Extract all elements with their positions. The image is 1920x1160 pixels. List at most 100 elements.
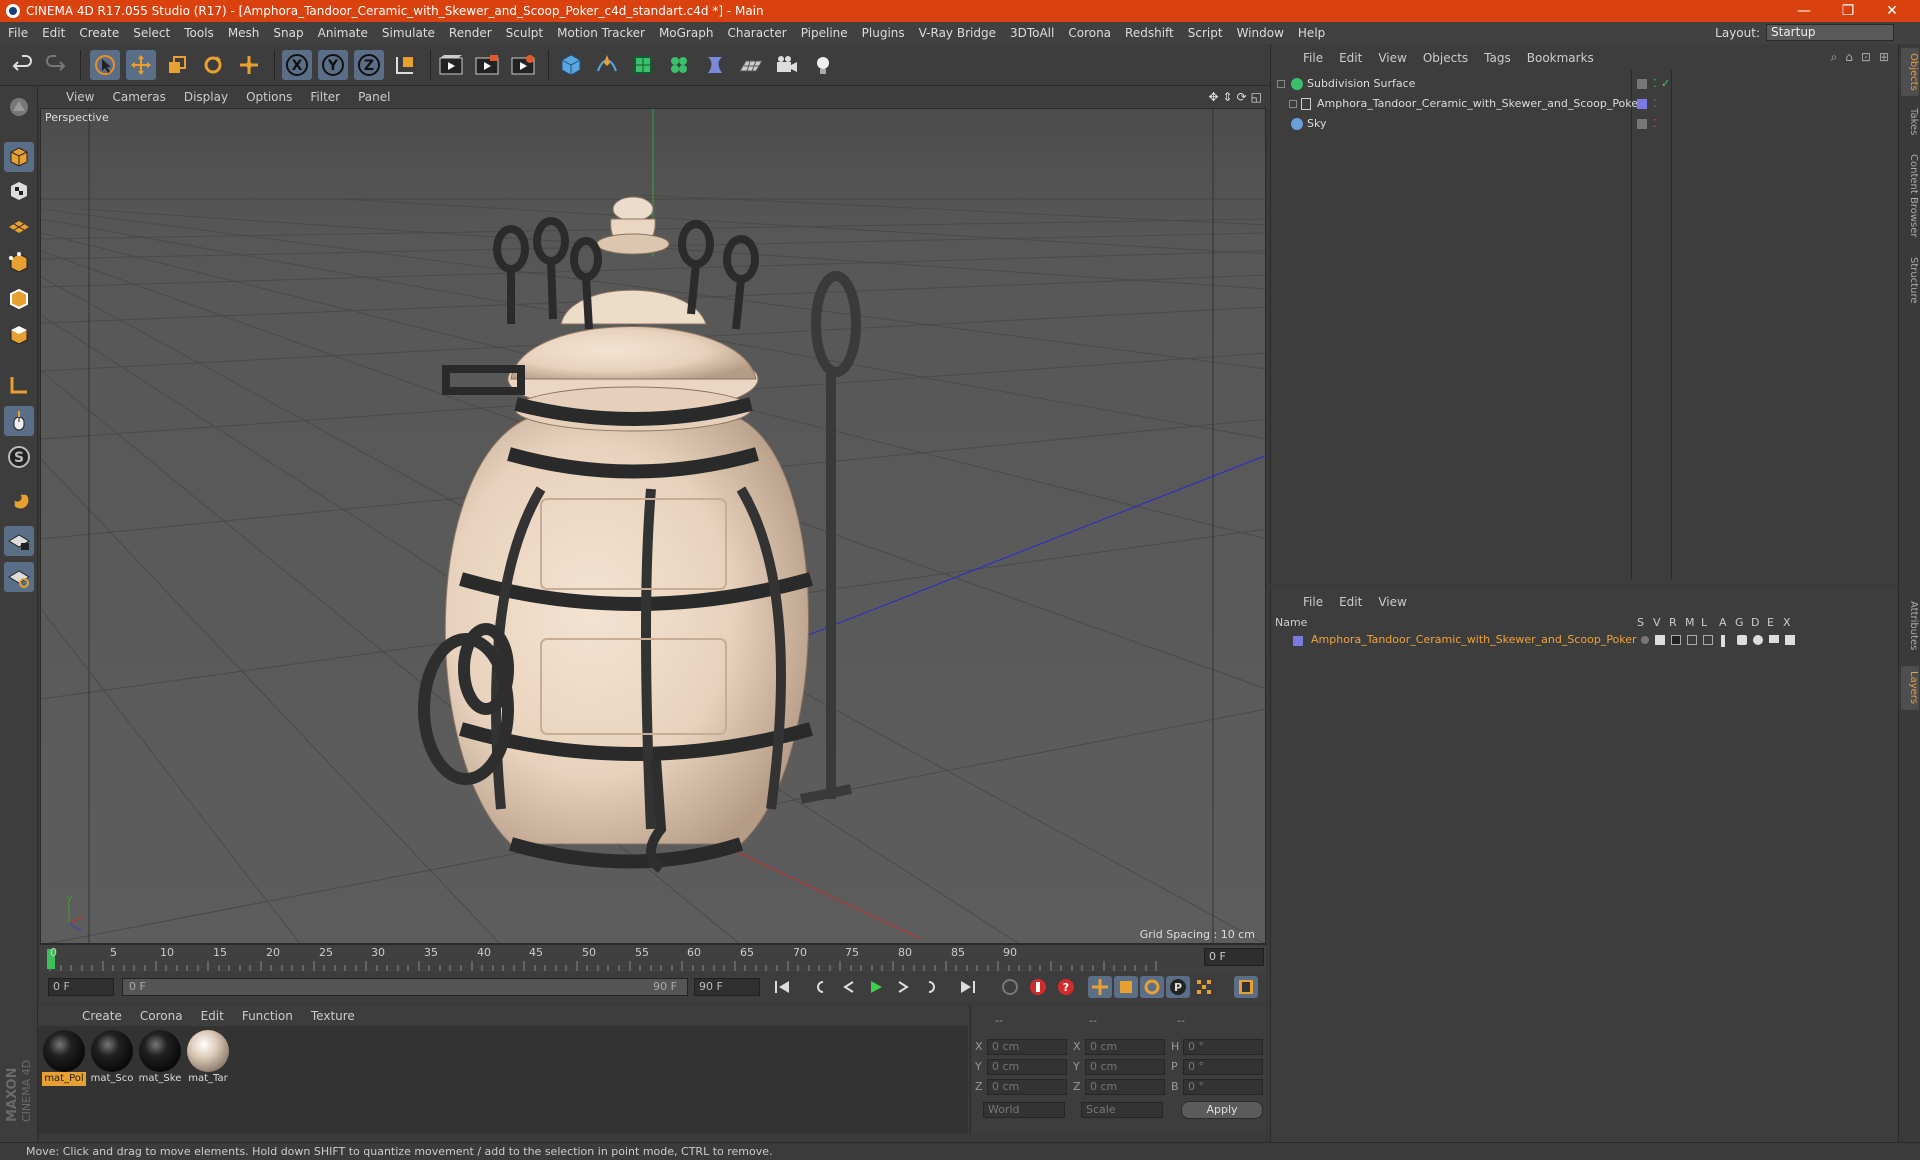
solo-mode-icon[interactable]: S bbox=[4, 442, 34, 472]
deformer-icon[interactable] bbox=[700, 50, 730, 80]
key-position-icon[interactable] bbox=[1088, 976, 1112, 998]
manager-icon[interactable] bbox=[1687, 635, 1697, 645]
menu-animate[interactable]: Animate bbox=[318, 26, 368, 40]
menu-window[interactable]: Window bbox=[1237, 26, 1284, 40]
viewport-menu-display[interactable]: Display bbox=[184, 90, 228, 104]
rotate-icon[interactable] bbox=[198, 50, 228, 80]
key-pla-icon[interactable] bbox=[1192, 976, 1216, 998]
render-view-icon[interactable] bbox=[436, 50, 466, 80]
layer-menu-edit[interactable]: Edit bbox=[1339, 595, 1362, 609]
orbit-icon[interactable]: ⟳ bbox=[1237, 90, 1247, 104]
layer-color-icon[interactable] bbox=[1637, 119, 1647, 129]
menu-plugins[interactable]: Plugins bbox=[862, 26, 905, 40]
filter-icon[interactable]: ⊡ bbox=[1861, 50, 1871, 65]
edges-mode-icon[interactable] bbox=[4, 284, 34, 314]
layer-menu-file[interactable]: File bbox=[1303, 595, 1323, 609]
end-frame-field[interactable]: 90 F bbox=[694, 978, 760, 996]
material-item[interactable]: mat_Tar bbox=[186, 1030, 230, 1088]
menu-mesh[interactable]: Mesh bbox=[228, 26, 260, 40]
material-item[interactable]: mat_Ske bbox=[138, 1030, 182, 1088]
tab-takes[interactable]: Takes bbox=[1901, 104, 1919, 140]
material-menu-corona[interactable]: Corona bbox=[140, 1009, 183, 1023]
visibility-dots-icon[interactable]: ⁚ bbox=[1653, 74, 1657, 94]
tab-attributes[interactable]: Attributes bbox=[1901, 594, 1919, 658]
column-render[interactable]: R bbox=[1669, 616, 1677, 629]
material-item[interactable]: mat_Pol bbox=[42, 1030, 86, 1088]
tab-layers[interactable]: Layers bbox=[1901, 666, 1919, 710]
cube-icon[interactable] bbox=[556, 50, 586, 80]
menu-edit[interactable]: Edit bbox=[42, 26, 65, 40]
expand-icon[interactable]: ⊞ bbox=[1879, 50, 1889, 65]
material-menu-texture[interactable]: Texture bbox=[311, 1009, 355, 1023]
move-icon[interactable] bbox=[126, 50, 156, 80]
minimize-button[interactable]: — bbox=[1782, 0, 1826, 22]
record-keys-icon[interactable] bbox=[1026, 976, 1050, 998]
rotation-p-field[interactable]: 0 ° bbox=[1183, 1059, 1263, 1075]
position-y-field[interactable]: 0 cm bbox=[987, 1059, 1067, 1075]
x-axis-icon[interactable]: X bbox=[282, 50, 312, 80]
layer-menu-view[interactable]: View bbox=[1378, 595, 1406, 609]
viewport-menu-panel[interactable]: Panel bbox=[358, 90, 390, 104]
menu-tools[interactable]: Tools bbox=[184, 26, 214, 40]
lock-icon[interactable] bbox=[1703, 635, 1713, 645]
cloner-icon[interactable] bbox=[664, 50, 694, 80]
axis-mode-icon[interactable] bbox=[4, 370, 34, 400]
column-name[interactable]: Name bbox=[1275, 616, 1307, 629]
subdivision-icon[interactable] bbox=[628, 50, 658, 80]
visibility-dots-icon[interactable]: ⁚ bbox=[1653, 94, 1657, 114]
menu-sculpt[interactable]: Sculpt bbox=[506, 26, 543, 40]
home-icon[interactable]: ⌂ bbox=[1845, 50, 1853, 65]
animation-icon[interactable] bbox=[1721, 635, 1725, 647]
size-x-field[interactable]: 0 cm bbox=[1085, 1039, 1165, 1055]
go-to-end-icon[interactable] bbox=[956, 976, 980, 998]
model-mode-icon[interactable] bbox=[4, 142, 34, 172]
y-axis-icon[interactable]: Y bbox=[318, 50, 348, 80]
autokey-icon[interactable]: ? bbox=[1054, 976, 1078, 998]
coordinate-mode-select[interactable]: World bbox=[983, 1102, 1065, 1118]
object-menu-file[interactable]: File bbox=[1303, 51, 1323, 65]
visibility-dots-icon[interactable]: ⁚ bbox=[1653, 114, 1657, 134]
viewport-perspective[interactable]: y Perspective Grid Spacing : 10 cm bbox=[40, 108, 1266, 944]
column-solo[interactable]: S bbox=[1637, 616, 1644, 629]
menu-character[interactable]: Character bbox=[727, 26, 786, 40]
texture-mode-icon[interactable] bbox=[4, 176, 34, 206]
edit-render-settings-icon[interactable] bbox=[508, 50, 538, 80]
layer-color-icon[interactable] bbox=[1637, 79, 1647, 89]
material-menu-create[interactable]: Create bbox=[82, 1009, 122, 1023]
next-frame-icon[interactable] bbox=[892, 976, 916, 998]
workplane-lock-icon[interactable] bbox=[4, 526, 34, 556]
play-forward-icon[interactable] bbox=[864, 976, 888, 998]
expand-toggle-icon[interactable] bbox=[1289, 100, 1297, 108]
pen-icon[interactable] bbox=[592, 50, 622, 80]
render-icon[interactable] bbox=[1671, 635, 1681, 645]
scale-icon[interactable] bbox=[162, 50, 192, 80]
object-row-amphora[interactable]: Amphora_Tandoor_Ceramic_with_Skewer_and_… bbox=[1271, 94, 1899, 114]
coordinate-system-icon[interactable] bbox=[390, 50, 420, 80]
xref-icon[interactable] bbox=[1785, 635, 1795, 645]
undo-icon[interactable] bbox=[8, 50, 38, 80]
material-menu-function[interactable]: Function bbox=[242, 1009, 293, 1023]
maximize-viewport-icon[interactable]: ◱ bbox=[1251, 90, 1262, 104]
live-selection-icon[interactable] bbox=[90, 50, 120, 80]
key-scale-icon[interactable] bbox=[1114, 976, 1138, 998]
view-icon[interactable] bbox=[1655, 635, 1665, 645]
viewport-menu-cameras[interactable]: Cameras bbox=[112, 90, 165, 104]
z-axis-icon[interactable]: Z bbox=[354, 50, 384, 80]
make-editable-icon[interactable] bbox=[4, 92, 34, 122]
size-mode-select[interactable]: Scale bbox=[1081, 1102, 1163, 1118]
camera-icon[interactable] bbox=[772, 50, 802, 80]
menu-snap[interactable]: Snap bbox=[273, 26, 303, 40]
object-menu-objects[interactable]: Objects bbox=[1423, 51, 1468, 65]
column-locked[interactable]: L bbox=[1701, 616, 1707, 629]
collapse-toggle-icon[interactable] bbox=[1277, 80, 1285, 88]
layout-select[interactable]: Startup bbox=[1766, 24, 1894, 41]
solo-icon[interactable] bbox=[1641, 636, 1649, 644]
current-frame-field[interactable]: 0 F bbox=[1204, 948, 1264, 966]
generators-icon[interactable] bbox=[1737, 635, 1747, 645]
menu-file[interactable]: File bbox=[8, 26, 28, 40]
menu-3dtoall[interactable]: 3DToAll bbox=[1010, 26, 1054, 40]
material-menu-edit[interactable]: Edit bbox=[201, 1009, 224, 1023]
go-to-start-icon[interactable] bbox=[770, 976, 794, 998]
viewport-menu-options[interactable]: Options bbox=[246, 90, 292, 104]
menu-help[interactable]: Help bbox=[1298, 26, 1325, 40]
